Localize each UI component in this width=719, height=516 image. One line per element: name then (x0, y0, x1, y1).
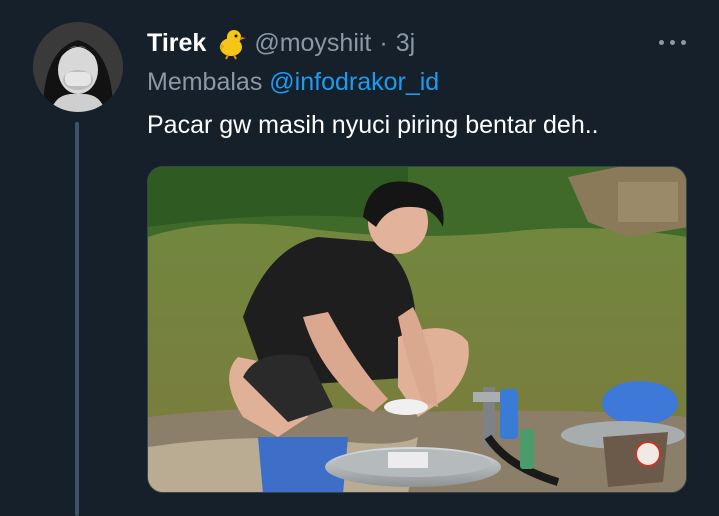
timestamp[interactable]: 3j (396, 29, 415, 58)
photo-man-washing-dishes (148, 167, 686, 492)
user-handle[interactable]: @moyshiit (254, 29, 371, 58)
tweet-header: Tirek @moyshiit · 3j (147, 25, 415, 61)
replying-to: Membalas @infodrakor_id (147, 68, 439, 97)
dot (669, 39, 675, 45)
tweet-text: Pacar gw masih nyuci piring bentar deh.. (147, 111, 599, 139)
tweet-media[interactable] (147, 166, 687, 493)
reply-target-link[interactable]: @infodrakor_id (269, 68, 439, 96)
display-name[interactable]: Tirek (147, 29, 206, 58)
avatar[interactable] (33, 22, 123, 112)
tweet[interactable]: Tirek @moyshiit · 3j Membalas @infodrako… (0, 0, 719, 516)
chick-emoji-icon (214, 26, 248, 60)
separator-dot: · (379, 28, 388, 57)
avatar-image (33, 22, 123, 112)
reply-prefix: Membalas (147, 68, 263, 96)
thread-connector-line (75, 122, 79, 516)
dot (680, 39, 686, 45)
more-options-icon[interactable] (652, 30, 692, 54)
dot (658, 39, 664, 45)
